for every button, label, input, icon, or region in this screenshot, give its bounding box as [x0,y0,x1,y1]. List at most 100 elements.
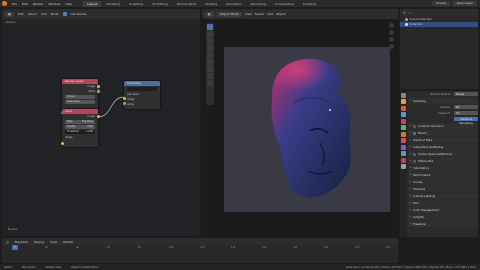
tool-tab-icon[interactable] [401,92,406,98]
menu-window[interactable]: Window [49,2,61,6]
glare-type-field[interactable]: Type Fog Glow [65,120,95,124]
section-shadows[interactable]: ▸ Shadows [408,186,478,192]
section-film[interactable]: ▸ Film [408,200,478,206]
outliner-editor-icon[interactable]: ☰ [403,11,406,15]
glare-output-socket[interactable] [96,115,100,118]
blender-logo-icon[interactable] [2,1,7,6]
modifier-tab-icon[interactable] [401,138,406,143]
timeline-ruler[interactable]: 020406080100120140160180200220240 [2,246,398,251]
scale-tool-icon[interactable] [207,52,213,58]
timeline-editor-icon[interactable]: ◷ [6,240,9,244]
tab-texture-paint[interactable]: Texture Paint [173,1,200,7]
render-engine-dropdown[interactable]: Eevee [454,91,478,97]
tab-uv-editing[interactable]: UV Editing [148,1,172,7]
constraints-tab-icon[interactable] [401,151,406,156]
tab-sculpting[interactable]: Sculpting [125,1,147,7]
outliner-row-collection[interactable]: Collection [400,22,478,27]
timeline-menu-keying[interactable]: Keying [34,240,44,244]
menu-edit[interactable]: Edit [22,2,28,6]
camera-view-icon[interactable] [389,37,394,42]
viewport-samples-field[interactable]: 16 [454,110,478,116]
section-depth-of-field[interactable]: ▸ Depth of Field [408,137,478,143]
measure-tool-icon[interactable] [207,73,213,79]
material-tab-icon[interactable] [401,164,406,169]
render-layers-node[interactable]: Render Layers Image Alpha Scene View Lay… [62,79,100,111]
render-layers-scene-field[interactable]: Scene [65,95,95,99]
glare-node[interactable]: Glare Image Type Fog Glow Quality High Thr… [60,109,100,147]
perspective-toggle-icon[interactable] [389,44,394,49]
scene-tab-icon[interactable] [401,118,406,124]
playhead[interactable]: 1 [12,245,18,250]
section-subsurface-scattering[interactable]: ▸ Subsurface Scattering [408,144,478,150]
menu-help[interactable]: Help [65,2,72,6]
glare-threshold-field[interactable]: Threshold 1.000 [65,130,95,134]
view-layer-tab-icon[interactable] [401,112,406,117]
output-tab-icon[interactable] [401,105,406,111]
view-layer-field[interactable]: View Layer [452,1,477,6]
tab-shading[interactable]: Shading [201,1,221,7]
viewport-editor-type-button[interactable]: ◧ [205,11,214,17]
menu-file[interactable]: File [12,2,17,6]
3d-viewport[interactable]: ◧ Object Mode View Select Add Object [202,9,398,236]
section-performance[interactable]: ▸ Performance [408,172,478,178]
composite-image-socket[interactable] [122,97,126,100]
tab-rendering[interactable]: Rendering [247,1,270,7]
viewport-menu-object[interactable]: Object [276,12,286,16]
select-tool-icon[interactable] [207,24,213,30]
rotate-tool-icon[interactable] [207,45,213,51]
pan-icon[interactable] [389,30,394,35]
object-tab-icon[interactable] [401,131,406,137]
section-simplify[interactable]: ▸ Simplify [408,214,478,220]
tab-animation[interactable]: Animation [222,1,245,7]
section-screen-space-reflections[interactable]: ▸ Screen Space Reflections [408,151,478,157]
object-mode-dropdown[interactable]: Object Mode [216,11,242,17]
scene-field[interactable]: Scene [432,1,450,6]
section-bloom[interactable]: ▸ Bloom [408,130,478,136]
physics-tab-icon[interactable] [401,144,406,150]
section-motion-blur[interactable]: ▸ Motion Blur [408,158,478,164]
data-tab-icon[interactable] [401,157,406,163]
outliner-panel[interactable]: ☰ ⌕ Scene Collection Collection [400,9,478,89]
composite-alpha-socket[interactable] [122,102,126,105]
render-samples-field[interactable]: 64 [454,104,478,110]
zoom-icon[interactable] [389,23,394,28]
composite-node[interactable]: Composite Use Alpha Image Alpha [122,81,160,109]
glare-quality-field[interactable]: Quality High [65,125,95,129]
render-layers-image-socket[interactable] [96,85,100,88]
section-curves[interactable]: ▸ Curves [408,179,478,185]
render-tab-icon[interactable] [401,99,406,104]
section-freestyle[interactable]: ▸ Freestyle [408,221,478,227]
glare-input-socket[interactable] [60,142,64,145]
viewport-menu-add[interactable]: Add [267,12,273,16]
timeline-menu-playback[interactable]: Playback [15,240,28,244]
tab-scripting[interactable]: Scripting [299,1,320,7]
menu-render[interactable]: Render [33,2,44,6]
transform-tool-icon[interactable] [207,59,213,65]
annotate-tool-icon[interactable] [207,66,213,72]
outliner-search-icon[interactable]: ⌕ [409,11,411,15]
viewport-menu-select[interactable]: Select [255,12,264,16]
compositor-node-editor[interactable]: ▦ Edit Select Add Node Use Nodes Scene R… [2,9,200,236]
timeline-menu-marker[interactable]: Marker [63,240,73,244]
tab-modeling[interactable]: Modeling [102,1,124,7]
tab-compositing[interactable]: Compositing [271,1,298,7]
tab-layout[interactable]: Layout [83,0,102,7]
viewport-menu-view[interactable]: View [245,12,252,16]
timeline-menu-view[interactable]: View [50,240,57,244]
add-cube-tool-icon[interactable] [207,80,213,86]
properties-panel[interactable]: Render Engine Eevee ▾ Sampling Render 64… [400,91,478,237]
section-indirect-lighting[interactable]: ▸ Indirect Lighting [408,193,478,199]
section-color-management[interactable]: ▸ Color Management [408,207,478,213]
render-layers-view-layer-field[interactable]: View Layer [65,100,95,104]
section-enable-checkbox[interactable] [413,159,417,163]
cursor-tool-icon[interactable] [207,31,213,37]
timeline-panel[interactable]: ◷ Playback Keying View Marker 0204060801… [2,238,398,263]
section-volumetrics[interactable]: ▸ Volumetrics [408,165,478,171]
section-enable-checkbox[interactable] [413,152,417,156]
section-enable-checkbox[interactable] [413,124,417,128]
render-layers-alpha-socket[interactable] [96,90,100,93]
world-tab-icon[interactable] [401,125,406,130]
section-enable-checkbox[interactable] [413,131,417,135]
viewport-denoising-toggle[interactable]: Viewport Denoising [454,116,478,125]
move-tool-icon[interactable] [207,38,213,44]
